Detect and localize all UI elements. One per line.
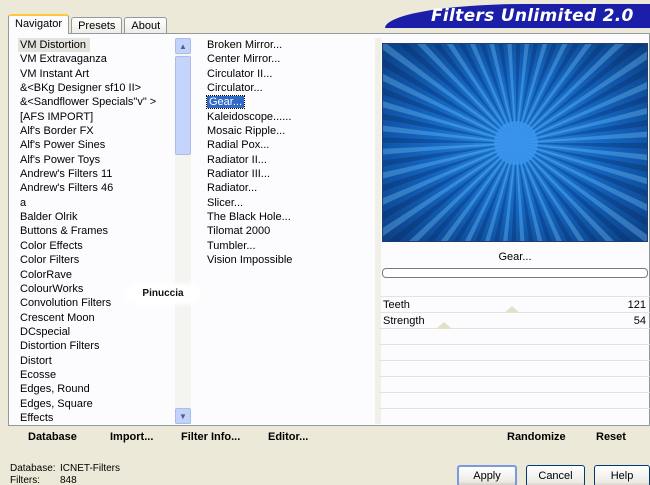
category-scrollbar[interactable]: ▲ ▼ xyxy=(175,38,191,424)
filter-item[interactable]: Radiator III... xyxy=(205,167,373,181)
app-title-banner: Filters Unlimited 2.0 xyxy=(385,4,650,28)
filter-item[interactable]: Circulator... xyxy=(205,81,373,95)
category-item[interactable]: ColorRave xyxy=(18,268,178,282)
category-item[interactable]: &<BKg Designer sf10 II> xyxy=(18,81,178,95)
slider-label: Teeth xyxy=(383,299,410,311)
category-item[interactable]: Effects xyxy=(18,411,178,425)
empty-slider-slot xyxy=(380,344,650,360)
filter-item[interactable]: Kaleidoscope...... xyxy=(205,110,373,124)
apply-button[interactable]: Apply xyxy=(457,465,517,485)
editor-button[interactable]: Editor... xyxy=(268,431,308,443)
category-item[interactable]: Crescent Moon xyxy=(18,311,178,325)
category-item[interactable]: Alf's Power Sines xyxy=(18,138,178,152)
empty-slider-slot xyxy=(380,376,650,392)
preview-gear-image xyxy=(383,44,647,241)
filter-item[interactable]: Tumbler... xyxy=(205,239,373,253)
watermark: Pinuccia xyxy=(128,286,198,302)
category-item[interactable]: Distortion Filters xyxy=(18,339,178,353)
randomize-button[interactable]: Randomize xyxy=(507,431,566,443)
category-item[interactable]: Andrew's Filters 11 xyxy=(18,167,178,181)
filter-item[interactable]: Center Mirror... xyxy=(205,52,373,66)
category-item[interactable]: Color Effects xyxy=(18,239,178,253)
category-item[interactable]: &<Sandflower Specials"v" > xyxy=(18,95,178,109)
tab-navigator[interactable]: Navigator xyxy=(8,14,70,34)
progress-bar xyxy=(382,268,648,278)
category-item[interactable]: [AFS IMPORT] xyxy=(18,110,178,124)
slider-marker[interactable] xyxy=(435,322,452,329)
category-item[interactable]: Balder Olrik xyxy=(18,210,178,224)
filter-item[interactable]: Radiator... xyxy=(205,181,373,195)
category-item[interactable]: DCspecial xyxy=(18,325,178,339)
status-filters: Filters: 848 xyxy=(10,475,77,485)
category-item[interactable]: Ecosse xyxy=(18,368,178,382)
filter-item[interactable]: Gear... xyxy=(205,95,373,110)
filter-list[interactable]: Broken Mirror... Center Mirror... Circulat… xyxy=(205,38,373,268)
tab-strip: Navigator Presets About xyxy=(8,14,169,34)
scroll-up-icon[interactable]: ▲ xyxy=(175,38,191,54)
category-item[interactable]: a xyxy=(18,196,178,210)
filter-item[interactable]: Circulator II... xyxy=(205,67,373,81)
category-item[interactable]: VM Extravaganza xyxy=(18,52,178,66)
help-button[interactable]: Help xyxy=(594,465,650,485)
import-button[interactable]: Import... xyxy=(110,431,153,443)
empty-slider-slot xyxy=(380,408,650,424)
category-item[interactable]: VM Distortion xyxy=(18,38,178,53)
scroll-thumb[interactable] xyxy=(175,56,191,155)
slider-value: 121 xyxy=(627,299,646,311)
slider-strength[interactable]: Strength 54 xyxy=(380,312,650,329)
database-button[interactable]: Database xyxy=(28,431,77,443)
category-item[interactable]: Distort xyxy=(18,354,178,368)
empty-slider-slot xyxy=(380,392,650,408)
filter-item[interactable]: The Black Hole... xyxy=(205,210,373,224)
filter-item[interactable]: Mosaic Ripple... xyxy=(205,124,373,138)
category-item[interactable]: VM Instant Art xyxy=(18,67,178,81)
scroll-down-icon[interactable]: ▼ xyxy=(175,408,191,424)
category-item[interactable]: Edges, Square xyxy=(18,397,178,411)
preview-filter-name: Gear... xyxy=(498,251,532,263)
filter-item[interactable]: Radial Pox... xyxy=(205,138,373,152)
category-item[interactable]: Alf's Power Toys xyxy=(18,153,178,167)
gear-center xyxy=(494,121,538,165)
category-item[interactable]: Edges, Round xyxy=(18,382,178,396)
empty-slider-slot xyxy=(380,360,650,376)
filter-item[interactable]: Vision Impossible xyxy=(205,253,373,267)
slider-label: Strength xyxy=(383,315,425,327)
parameter-sliders: Teeth 121 Strength 54 xyxy=(380,296,650,424)
filter-item[interactable]: Tilomat 2000 xyxy=(205,224,373,238)
filter-item[interactable]: Broken Mirror... xyxy=(205,38,373,52)
tab-about[interactable]: About xyxy=(124,17,168,34)
slider-value: 54 xyxy=(633,315,646,327)
slider-teeth[interactable]: Teeth 121 xyxy=(380,296,650,313)
filter-info-button[interactable]: Filter Info... xyxy=(181,431,240,443)
filter-preview xyxy=(382,43,648,242)
empty-slider-slot xyxy=(380,328,650,344)
filter-item[interactable]: Radiator II... xyxy=(205,153,373,167)
cancel-button[interactable]: Cancel xyxy=(526,465,585,485)
category-item[interactable]: Andrew's Filters 46 xyxy=(18,181,178,195)
reset-button[interactable]: Reset xyxy=(596,431,626,443)
category-item[interactable]: Color Filters xyxy=(18,253,178,267)
tab-presets[interactable]: Presets xyxy=(71,17,123,34)
category-item[interactable]: Alf's Border FX xyxy=(18,124,178,138)
category-item[interactable]: Buttons & Frames xyxy=(18,224,178,238)
filter-item[interactable]: Slicer... xyxy=(205,196,373,210)
category-list[interactable]: VM Distortion VM Extravaganza VM Instant A… xyxy=(18,38,178,426)
status-database: Database: ICNET-Filters xyxy=(10,463,120,474)
